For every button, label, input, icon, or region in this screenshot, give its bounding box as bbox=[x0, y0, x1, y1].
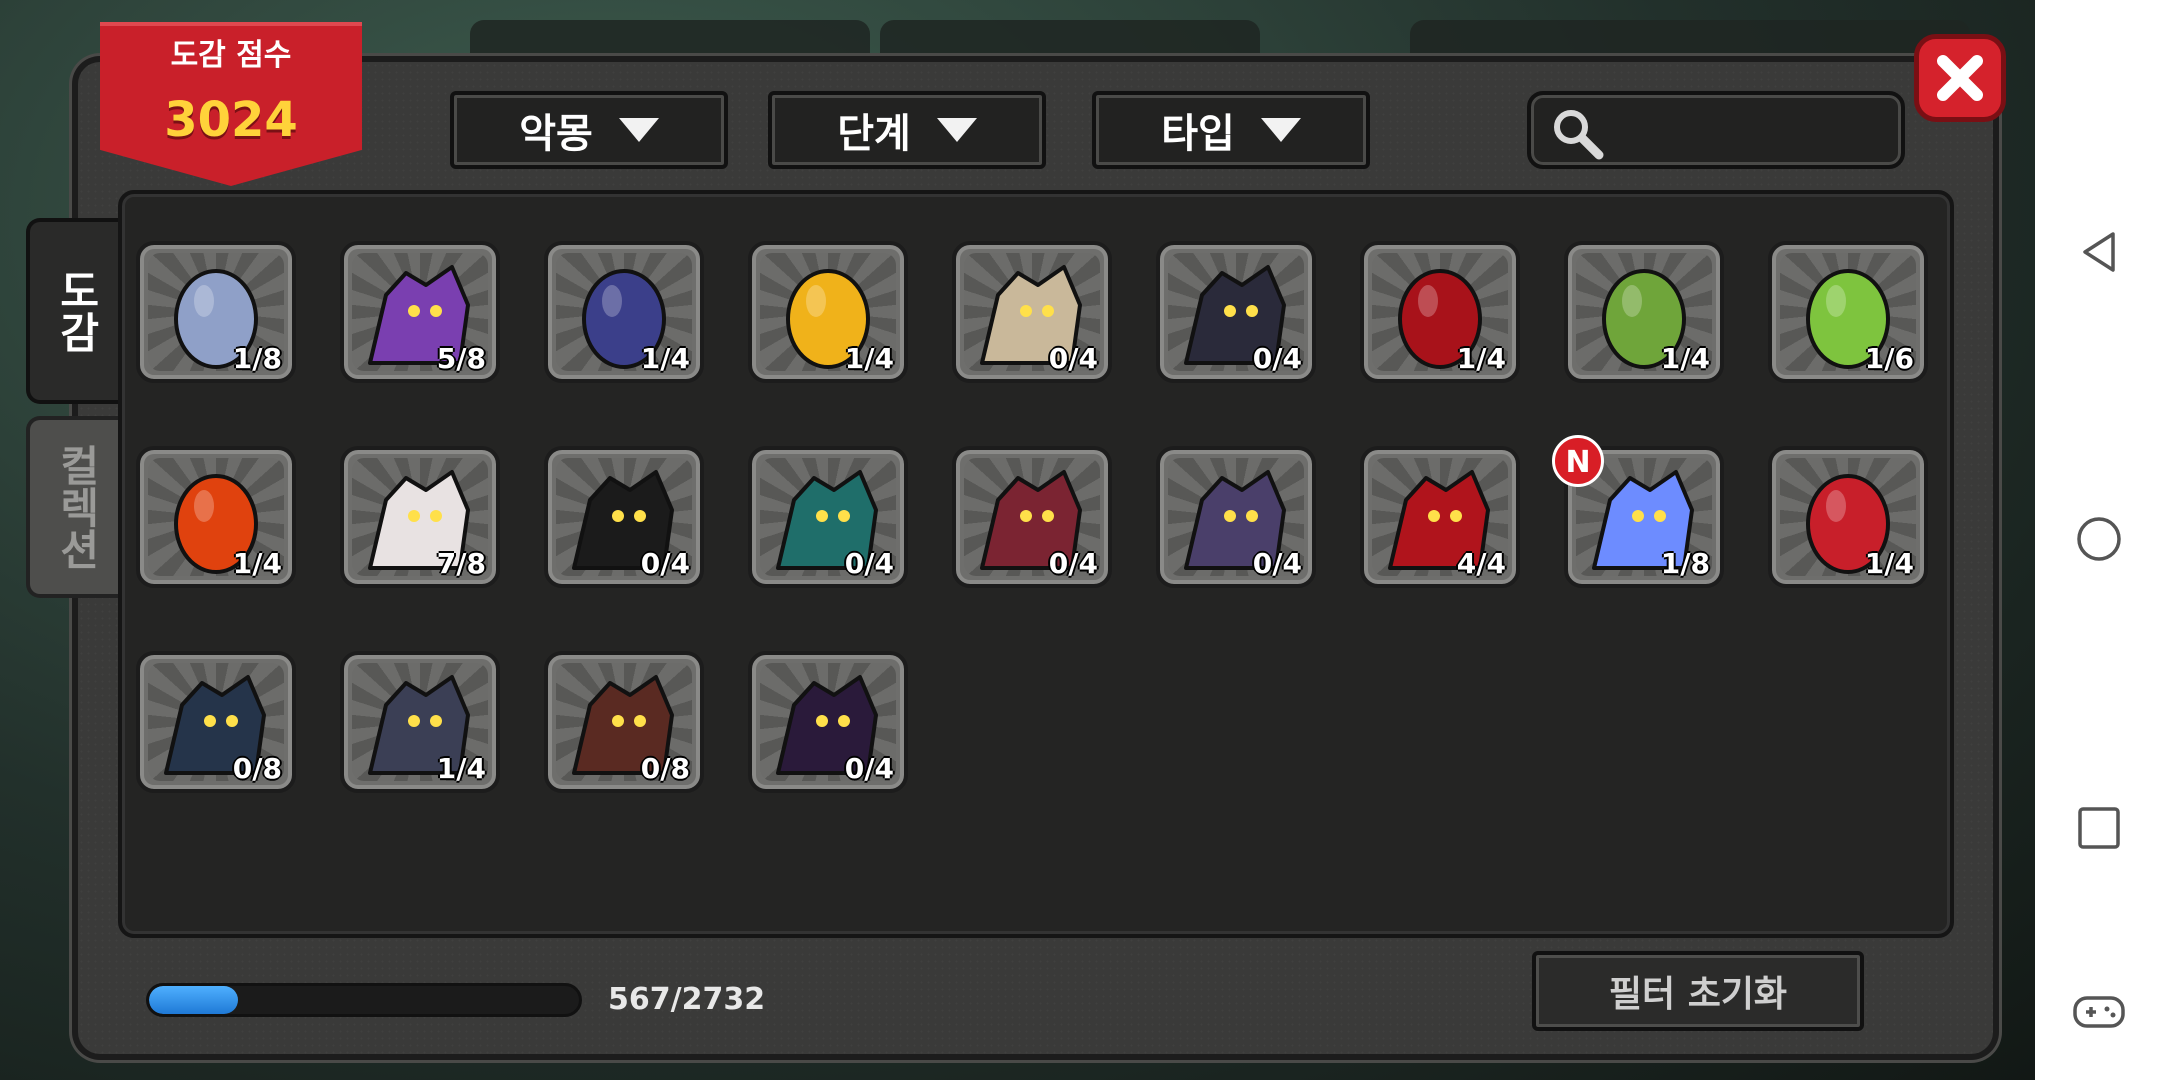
card-count: 0/4 bbox=[1252, 342, 1302, 375]
card-count: 0/4 bbox=[844, 547, 894, 580]
score-value: 3024 bbox=[164, 92, 298, 148]
filter-stage-dropdown[interactable]: 단계 bbox=[768, 91, 1046, 169]
card-count: 1/4 bbox=[1864, 547, 1914, 580]
monster-card[interactable]: 0/4 bbox=[1156, 241, 1316, 383]
monster-card[interactable]: 1/4 bbox=[136, 446, 296, 588]
card-count: 7/8 bbox=[436, 547, 486, 580]
gamepad-icon[interactable] bbox=[2072, 988, 2126, 1036]
back-icon[interactable] bbox=[2075, 228, 2123, 276]
card-count: 1/8 bbox=[232, 342, 282, 375]
filter-label: 단계 bbox=[837, 111, 911, 157]
close-icon bbox=[1937, 55, 1983, 101]
monster-card[interactable]: 1/4 bbox=[1360, 241, 1520, 383]
reset-filter-label: 필터 초기화 bbox=[1608, 974, 1788, 1015]
monster-card[interactable]: 0/4 bbox=[1156, 446, 1316, 588]
score-label: 도감 점수 bbox=[170, 38, 292, 73]
filter-nightmare-dropdown[interactable]: 악몽 bbox=[450, 91, 728, 169]
card-count: 1/6 bbox=[1864, 342, 1914, 375]
card-count: 1/4 bbox=[232, 547, 282, 580]
card-count: 0/4 bbox=[640, 547, 690, 580]
collection-progress-bar bbox=[146, 983, 582, 1017]
card-count: 0/4 bbox=[1252, 547, 1302, 580]
card-count: 0/4 bbox=[1048, 342, 1098, 375]
monster-card[interactable]: 4/4 bbox=[1360, 446, 1520, 588]
chevron-down-icon bbox=[1260, 118, 1301, 142]
chevron-down-icon bbox=[618, 118, 659, 142]
filter-label: 타입 bbox=[1161, 111, 1235, 157]
tab-dogam-label: 도감 bbox=[52, 269, 102, 353]
monster-card[interactable]: 5/8 bbox=[340, 241, 500, 383]
monster-card[interactable]: 0/4 bbox=[952, 241, 1112, 383]
card-count: 0/8 bbox=[640, 752, 690, 785]
monster-card[interactable]: 1/8 bbox=[136, 241, 296, 383]
card-count: 5/8 bbox=[436, 342, 486, 375]
monster-card[interactable]: 1/4 bbox=[748, 241, 908, 383]
search-icon bbox=[1554, 110, 1604, 160]
tab-dogam[interactable]: 도감 bbox=[26, 218, 122, 404]
monster-card[interactable]: 1/4 bbox=[1564, 241, 1724, 383]
card-count: 1/4 bbox=[1660, 342, 1710, 375]
monster-card[interactable]: 0/8 bbox=[136, 651, 296, 793]
recents-icon[interactable] bbox=[2075, 804, 2123, 852]
search-input[interactable] bbox=[1527, 91, 1905, 169]
new-badge: N bbox=[1552, 435, 1604, 487]
progress-fill bbox=[149, 986, 239, 1014]
card-count: 0/4 bbox=[844, 752, 894, 785]
card-count: 1/4 bbox=[640, 342, 690, 375]
filter-type-dropdown[interactable]: 타입 bbox=[1092, 91, 1370, 169]
monster-card[interactable]: 1/4 bbox=[340, 651, 500, 793]
monster-card[interactable]: 1/6 bbox=[1768, 241, 1928, 383]
card-count: 1/4 bbox=[1456, 342, 1506, 375]
card-count: 0/4 bbox=[1048, 547, 1098, 580]
monster-card[interactable]: 0/8 bbox=[544, 651, 704, 793]
tab-collection-label: 컬렉션 bbox=[52, 444, 102, 570]
monster-card[interactable]: 0/4 bbox=[952, 446, 1112, 588]
card-count: 1/4 bbox=[844, 342, 894, 375]
card-count: 1/4 bbox=[436, 752, 486, 785]
card-count: 4/4 bbox=[1456, 547, 1506, 580]
monster-card[interactable]: 0/4 bbox=[748, 651, 908, 793]
progress-text: 567/2732 bbox=[608, 982, 766, 1017]
reset-filter-button[interactable]: 필터 초기화 bbox=[1532, 951, 1864, 1031]
card-count: 1/8 bbox=[1660, 547, 1710, 580]
filter-label: 악몽 bbox=[519, 111, 593, 157]
chevron-down-icon bbox=[936, 118, 977, 142]
card-count: 0/8 bbox=[232, 752, 282, 785]
monster-card[interactable]: 0/4 bbox=[748, 446, 908, 588]
close-button[interactable] bbox=[1914, 34, 2006, 122]
monster-card[interactable]: 7/8 bbox=[340, 446, 500, 588]
monster-card[interactable]: 1/4 bbox=[544, 241, 704, 383]
tab-collection[interactable]: 컬렉션 bbox=[26, 416, 122, 598]
monster-card[interactable]: 0/4 bbox=[544, 446, 704, 588]
home-icon[interactable] bbox=[2075, 515, 2123, 563]
monster-card[interactable]: 1/4 bbox=[1768, 446, 1928, 588]
